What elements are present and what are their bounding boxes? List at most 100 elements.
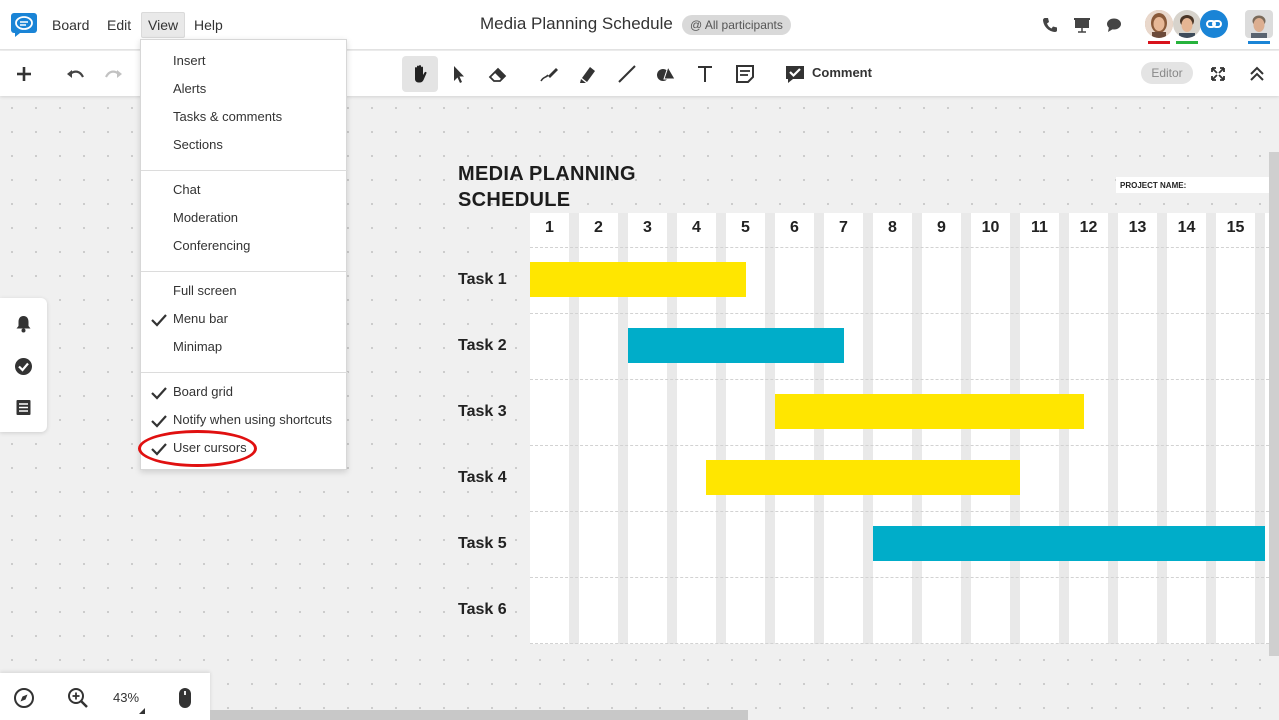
timeline-column-divider bbox=[1157, 213, 1167, 644]
menu-edit[interactable]: Edit bbox=[101, 12, 137, 38]
task-bar[interactable] bbox=[628, 328, 844, 363]
add-button[interactable] bbox=[6, 56, 42, 92]
task-label: Task 5 bbox=[458, 535, 507, 552]
timeline-column-number: 15 bbox=[1226, 219, 1245, 236]
menu-board[interactable]: Board bbox=[46, 12, 95, 38]
fit-to-screen-button[interactable] bbox=[1200, 56, 1236, 92]
task-bar[interactable] bbox=[775, 394, 1084, 429]
view-menu-item[interactable]: Sections bbox=[173, 135, 223, 155]
timeline-column-divider bbox=[765, 213, 775, 644]
mouse-icon[interactable] bbox=[174, 687, 196, 709]
view-menu-dropdown: Insert Alerts Tasks & comments Sections Chat… bbox=[140, 39, 348, 470]
participants-pill[interactable]: @ All participants bbox=[682, 15, 791, 35]
checkmark-icon bbox=[151, 415, 167, 428]
avatar[interactable] bbox=[1173, 10, 1201, 38]
timeline-column-number: 4 bbox=[692, 219, 701, 236]
line-tool[interactable] bbox=[609, 56, 645, 92]
timeline-column-number: 1 bbox=[545, 219, 554, 236]
row-divider bbox=[530, 643, 1279, 644]
comment-button[interactable]: Comment bbox=[812, 65, 872, 80]
view-menu-item[interactable]: Moderation bbox=[173, 208, 238, 228]
line-icon bbox=[618, 65, 636, 83]
timeline-column-number: 3 bbox=[643, 219, 652, 236]
eraser-tool[interactable] bbox=[480, 56, 516, 92]
board-heading: MEDIA PLANNING SCHEDULE bbox=[458, 161, 678, 213]
row-divider bbox=[530, 313, 1279, 314]
chat-icon[interactable] bbox=[1105, 16, 1123, 34]
plus-icon bbox=[17, 67, 31, 81]
menu-view[interactable]: View bbox=[141, 12, 186, 38]
timeline-column-divider bbox=[1108, 213, 1118, 644]
shape-tool[interactable] bbox=[648, 56, 684, 92]
pen-icon bbox=[540, 68, 558, 82]
row-divider bbox=[530, 379, 1279, 380]
horizontal-scrollbar[interactable] bbox=[210, 710, 748, 720]
zoom-in-icon[interactable] bbox=[67, 687, 89, 709]
view-menu-item[interactable]: Conferencing bbox=[173, 236, 250, 256]
current-user-avatar[interactable] bbox=[1245, 10, 1273, 38]
menu-separator bbox=[141, 271, 348, 272]
sticky-note-tool[interactable] bbox=[727, 56, 763, 92]
task-bar[interactable] bbox=[530, 262, 746, 297]
view-menu-item[interactable]: Insert bbox=[173, 51, 206, 71]
text-tool[interactable] bbox=[687, 56, 723, 92]
project-name-field[interactable]: PROJECT NAME: bbox=[1116, 177, 1279, 193]
highlight-annotation bbox=[138, 430, 257, 467]
menu-help[interactable]: Help bbox=[188, 12, 229, 38]
bell-icon[interactable] bbox=[14, 314, 33, 333]
timeline-column-number: 8 bbox=[888, 219, 897, 236]
undo-button[interactable] bbox=[57, 56, 93, 92]
timeline-column-number: 13 bbox=[1128, 219, 1147, 236]
comment-tool-icon-button[interactable] bbox=[777, 56, 813, 92]
invite-link-button[interactable] bbox=[1200, 10, 1228, 38]
timeline-column-number: 6 bbox=[790, 219, 799, 236]
note-icon bbox=[736, 65, 754, 83]
comment-check-icon bbox=[786, 66, 804, 83]
timeline-column-number: 12 bbox=[1079, 219, 1098, 236]
zoom-level-select[interactable]: 43% bbox=[113, 690, 139, 705]
select-tool[interactable] bbox=[441, 56, 477, 92]
compass-icon[interactable] bbox=[13, 687, 35, 709]
timeline-column bbox=[1118, 213, 1157, 644]
timeline-column-number: 10 bbox=[981, 219, 1000, 236]
task-bar[interactable] bbox=[873, 526, 1265, 561]
menu-separator bbox=[141, 372, 348, 373]
board-heading-line2: SCHEDULE bbox=[458, 189, 571, 211]
link-icon bbox=[1206, 20, 1222, 28]
hand-tool[interactable] bbox=[402, 56, 438, 92]
avatar[interactable] bbox=[1145, 10, 1173, 38]
view-menu-item[interactable]: Alerts bbox=[173, 79, 206, 99]
timeline-column-divider bbox=[1255, 213, 1265, 644]
highlighter-tool[interactable] bbox=[570, 56, 606, 92]
timeline-column-number: 14 bbox=[1177, 219, 1196, 236]
view-menu-item[interactable]: Notify when using shortcuts bbox=[173, 410, 332, 430]
undo-icon bbox=[67, 70, 84, 78]
view-menu-item[interactable]: Board grid bbox=[173, 382, 233, 402]
document-list-icon[interactable] bbox=[14, 398, 33, 417]
task-label: Task 4 bbox=[458, 469, 507, 486]
board-title: Media Planning Schedule bbox=[480, 14, 673, 33]
view-menu-item[interactable]: Tasks & comments bbox=[173, 107, 282, 127]
collapse-toolbar-button[interactable] bbox=[1239, 56, 1275, 92]
row-divider bbox=[530, 247, 1279, 248]
expand-icon bbox=[1211, 67, 1225, 81]
app-logo-icon[interactable] bbox=[11, 13, 37, 37]
phone-icon[interactable] bbox=[1041, 16, 1059, 34]
redo-button[interactable] bbox=[96, 56, 132, 92]
presentation-icon[interactable] bbox=[1073, 16, 1091, 34]
view-menu-item[interactable]: Menu bar bbox=[173, 309, 228, 329]
check-circle-icon[interactable] bbox=[14, 357, 33, 376]
pen-tool[interactable] bbox=[531, 56, 567, 92]
text-icon bbox=[698, 66, 712, 82]
menu-separator bbox=[141, 170, 348, 171]
view-menu-item[interactable]: Chat bbox=[173, 180, 200, 200]
avatar-status-indicator bbox=[1148, 41, 1170, 44]
vertical-scrollbar[interactable] bbox=[1269, 152, 1279, 656]
bottom-panel: 43% bbox=[0, 673, 210, 720]
task-label: Task 6 bbox=[458, 601, 507, 618]
view-menu-item[interactable]: Full screen bbox=[173, 281, 237, 301]
avatar-status-indicator bbox=[1176, 41, 1198, 44]
task-bar[interactable] bbox=[706, 460, 1020, 495]
view-menu-item[interactable]: Minimap bbox=[173, 337, 222, 357]
task-label: Task 1 bbox=[458, 271, 507, 288]
